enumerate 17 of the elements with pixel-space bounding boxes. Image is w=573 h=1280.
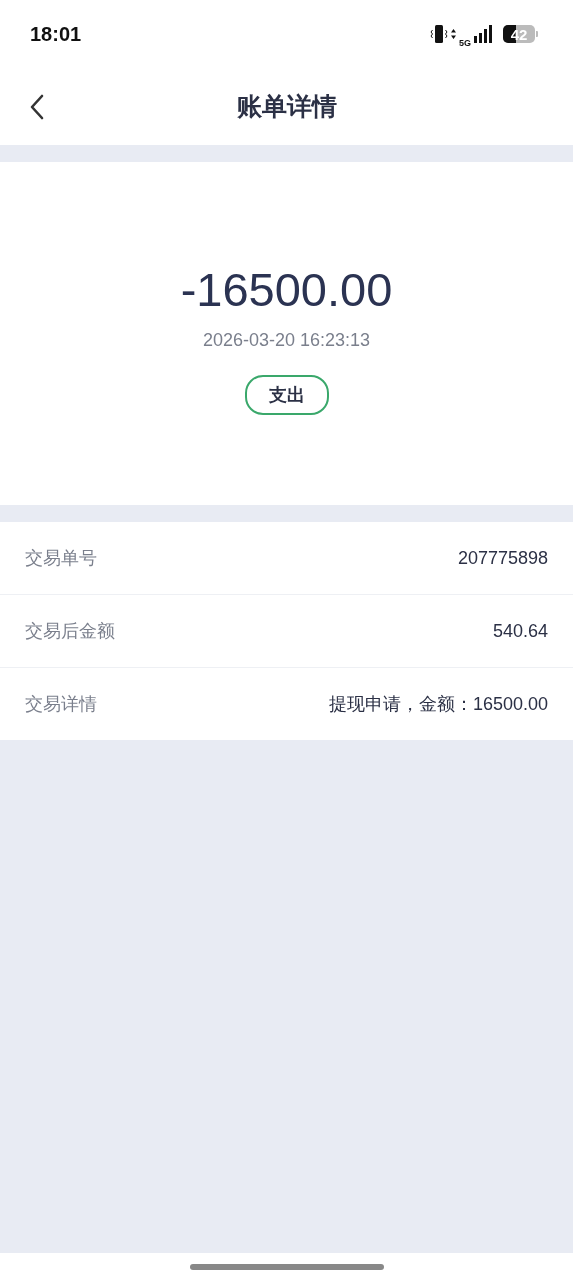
detail-label: 交易单号	[25, 547, 97, 570]
data-arrows-icon	[451, 29, 456, 39]
status-time: 18:01	[30, 22, 82, 46]
amount-text: -16500.00	[180, 262, 393, 318]
back-icon[interactable]	[30, 94, 44, 120]
vibrate-icon	[430, 24, 448, 44]
network-label: 5G	[459, 38, 471, 48]
detail-value: 207775898	[457, 547, 548, 569]
transaction-datetime: 2026-03-20 16:23:13	[202, 330, 371, 351]
detail-value: 540.64	[492, 620, 548, 642]
type-tag: 支出	[244, 375, 329, 415]
detail-label: 交易后金额	[25, 620, 115, 643]
home-indicator[interactable]	[189, 1263, 384, 1270]
detail-value: 提现申请，金额：16500.00	[328, 693, 548, 716]
signal-icon	[474, 25, 492, 43]
page-title: 账单详情	[236, 91, 337, 122]
detail-label: 交易详情	[25, 693, 97, 716]
